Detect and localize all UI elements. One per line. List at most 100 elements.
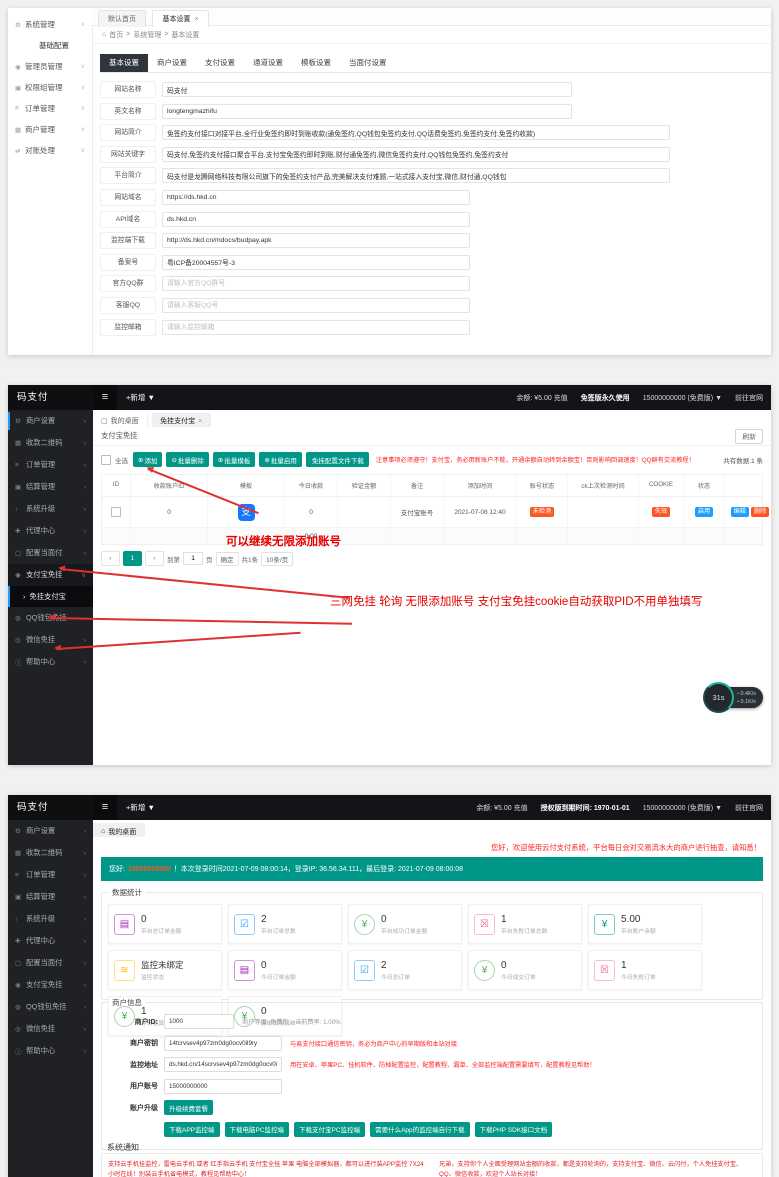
hamburger-icon[interactable]: ≡ xyxy=(93,385,117,410)
field-input[interactable] xyxy=(162,82,572,97)
sidebar-item[interactable]: ▦ 收款二维码 › xyxy=(8,432,93,454)
hamburger-icon[interactable]: ≡ xyxy=(93,795,117,820)
settings-tab[interactable]: 当面付设置 xyxy=(340,54,396,72)
next-page-button[interactable]: › xyxy=(145,551,164,566)
download-button[interactable]: 下载APP监控端 xyxy=(164,1122,220,1137)
column-header: 今日收款 xyxy=(285,475,338,496)
toolbar-button[interactable]: ⊖批量删除 xyxy=(166,452,208,467)
settings-tab[interactable]: 基本设置 xyxy=(100,54,148,72)
page-jump-input[interactable] xyxy=(183,552,203,565)
sidebar-item[interactable]: ↑ 系统升级 › xyxy=(8,908,93,930)
field-input[interactable] xyxy=(162,190,470,205)
sidebar-item[interactable]: ▣ 结算管理 › xyxy=(8,476,93,498)
edit-button[interactable]: 编辑 xyxy=(731,507,749,516)
sidebar-item[interactable]: 基础配置 xyxy=(8,35,92,56)
select-all-checkbox[interactable] xyxy=(101,455,111,465)
toolbar-button[interactable]: ⊕批量启用 xyxy=(259,452,301,467)
net-speed-widget[interactable]: 31s • 0.4K/s • 0.1K/s xyxy=(703,681,765,715)
sidebar-item[interactable]: ▦ 商户管理 ∨ xyxy=(8,119,92,140)
settings-tab[interactable]: 模板设置 xyxy=(292,54,340,72)
brand-logo[interactable]: 码支付 xyxy=(8,385,93,410)
sidebar-item[interactable]: ⓘ 帮助中心 › xyxy=(8,1040,93,1062)
sidebar-item[interactable]: ≡ 订单管理 › xyxy=(8,454,93,476)
balance-text[interactable]: 余额: ¥5.00 充值 xyxy=(476,803,527,813)
sidebar-item[interactable]: ◍ QQ钱包免挂 › xyxy=(8,996,93,1018)
sidebar-item[interactable]: ⚙ 商户设置 › xyxy=(8,410,93,432)
sidebar-item[interactable]: ⚙ 系统管理 ∧ xyxy=(8,14,92,35)
sidebar-item-label: 订单管理 xyxy=(25,103,55,114)
account-dropdown[interactable]: 15000000000 (免费版) ▼ xyxy=(643,803,722,813)
upgrade-button[interactable]: 升级续费套餐 xyxy=(164,1100,213,1115)
sidebar-item[interactable]: ◎ 微信免挂 › xyxy=(8,1018,93,1040)
sidebar-item[interactable]: ⚙ 商户设置 › xyxy=(8,820,93,842)
toolbar-button[interactable]: 免挂配置文件下载 xyxy=(306,452,369,467)
new-menu-button[interactable]: +新增 ▼ xyxy=(126,795,155,820)
close-icon[interactable]: × xyxy=(194,16,198,23)
sidebar-item[interactable]: ✚ 代理中心 › xyxy=(8,520,93,542)
per-page-select[interactable]: 10条/页 xyxy=(261,552,293,566)
sidebar-item[interactable]: ⇄ 对账处理 ∨ xyxy=(8,140,92,161)
merchant-field-input[interactable] xyxy=(164,1036,282,1051)
brand-logo[interactable]: 码支付 xyxy=(8,795,93,820)
field-label: 网站域名 xyxy=(100,189,156,206)
sidebar-item[interactable]: ▣ 结算管理 › xyxy=(8,886,93,908)
tab-home[interactable]: 默认首页 xyxy=(98,10,146,27)
sidebar-item-label: 收款二维码 xyxy=(26,438,62,448)
field-input[interactable] xyxy=(162,125,670,140)
balance-text[interactable]: 余额: ¥5.00 充值 xyxy=(516,393,567,403)
field-input[interactable] xyxy=(162,255,470,270)
download-button[interactable]: 下载电脑PC监控端 xyxy=(225,1122,290,1137)
sidebar-item[interactable]: ◉ 管理员管理 ∨ xyxy=(8,56,92,77)
download-button[interactable]: 下载支付宝PC监控端 xyxy=(294,1122,365,1137)
sidebar-item[interactable]: ◉ 支付宝免挂 › xyxy=(8,974,93,996)
field-input[interactable] xyxy=(162,147,670,162)
confirm-button[interactable]: 确定 xyxy=(216,552,239,566)
toolbar-button[interactable]: ⊕批量模板 xyxy=(213,452,255,467)
sidebar-item[interactable]: ↑ 系统升级 › xyxy=(8,498,93,520)
sidebar-item[interactable]: ▦ 收款二维码 › xyxy=(8,842,93,864)
home-link[interactable]: 前往官网 xyxy=(735,393,763,403)
merchant-field-input[interactable] xyxy=(164,1079,282,1094)
sidebar-item[interactable]: ▣ 权限组管理 ∨ xyxy=(8,77,92,98)
settings-tab[interactable]: 支付设置 xyxy=(196,54,244,72)
field-input[interactable] xyxy=(162,233,470,248)
wechat-icon: ◎ xyxy=(15,636,26,644)
sidebar-item[interactable]: ▢ 配置当面付 › xyxy=(8,952,93,974)
chevron-icon: › xyxy=(84,528,86,535)
sidebar-item[interactable]: ▢ 配置当面付 › xyxy=(8,542,93,564)
settings-tab[interactable]: 通道设置 xyxy=(244,54,292,72)
breadcrumb-section[interactable]: 系统管理 xyxy=(133,30,161,40)
page-1-button[interactable]: 1 xyxy=(123,551,142,566)
download-button[interactable]: 需要什么App的监控端自行下载 xyxy=(370,1122,470,1137)
refresh-button[interactable]: 刷新 xyxy=(735,429,763,444)
delete-button[interactable]: 删除 xyxy=(751,507,769,516)
fail-clipboard-icon: ☒ xyxy=(474,914,495,935)
new-menu-button[interactable]: +新增 ▼ xyxy=(126,385,155,410)
field-input[interactable] xyxy=(162,298,470,313)
breadcrumb-home[interactable]: 首页 xyxy=(109,30,123,40)
sidebar-item-label: 订单管理 xyxy=(26,870,55,880)
sidebar-subitem-alipay-free[interactable]: ›免挂支付宝 xyxy=(8,586,93,607)
field-input[interactable] xyxy=(162,168,670,183)
chevron-icon: › xyxy=(84,916,86,923)
sidebar-item[interactable]: ✚ 代理中心 › xyxy=(8,930,93,952)
sidebar-item[interactable]: ◉ 支付宝免挂 ∨ xyxy=(8,564,93,586)
download-button[interactable]: 下载PHP SDK接口文档 xyxy=(475,1122,552,1137)
sidebar-item[interactable]: ≡ 订单管理 ∨ xyxy=(8,98,92,119)
home-link[interactable]: 前往官网 xyxy=(735,803,763,813)
settings-tab[interactable]: 商户设置 xyxy=(148,54,196,72)
sidebar-item[interactable]: ≡ 订单管理 › xyxy=(8,864,93,886)
field-input[interactable] xyxy=(162,276,470,291)
merchant-field-input[interactable] xyxy=(164,1057,282,1072)
field-input[interactable] xyxy=(162,320,470,335)
field-label: API域名 xyxy=(100,211,156,228)
field-input[interactable] xyxy=(162,212,470,227)
prev-page-button[interactable]: ‹ xyxy=(101,551,120,566)
close-icon[interactable]: × xyxy=(198,418,202,425)
sidebar-item[interactable]: ⓘ 帮助中心 › xyxy=(8,651,93,673)
merchant-field-input[interactable] xyxy=(164,1014,234,1029)
account-dropdown[interactable]: 15000000000 (免费版) ▼ xyxy=(643,393,722,403)
field-input[interactable] xyxy=(162,104,572,119)
tab-basic-settings[interactable]: 基本设置× xyxy=(152,10,208,27)
row-checkbox[interactable] xyxy=(111,507,121,517)
